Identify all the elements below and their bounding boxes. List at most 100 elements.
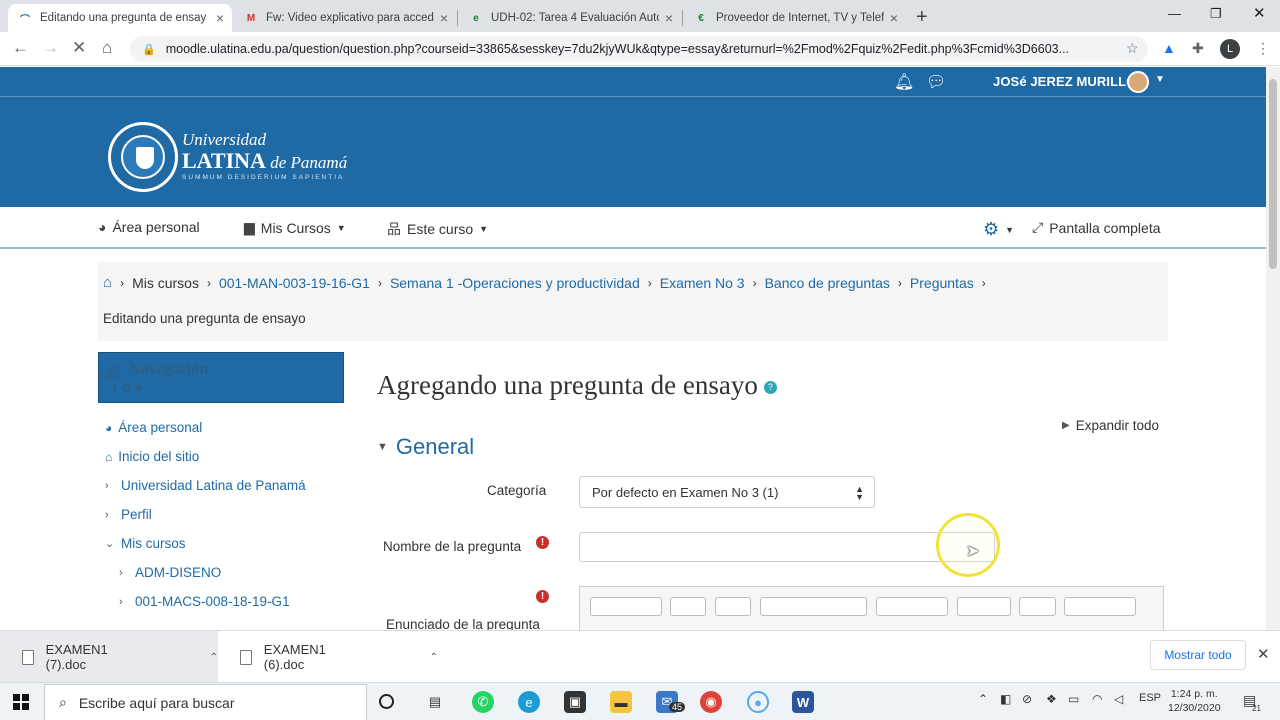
forward-arrow-icon[interactable]: →: [42, 38, 59, 58]
window-close-icon[interactable]: ✕: [1253, 4, 1266, 22]
nav-tree-mis-cursos[interactable]: ⌄ Mis cursos: [105, 536, 186, 551]
messages-icon[interactable]: 💬︎: [926, 72, 946, 92]
clock-time: 1:24 p. m.: [1170, 688, 1218, 700]
show-all-downloads-button[interactable]: Mostrar todo: [1150, 640, 1246, 670]
editor-button[interactable]: [670, 597, 706, 616]
browser-toolbar: ← → ✕ ⌂ 🔒 moodle.ulatina.edu.pa/question…: [0, 32, 1280, 66]
breadcrumb-exam[interactable]: Examen No 3: [660, 275, 745, 291]
user-menu-caret-icon[interactable]: ▼: [1155, 74, 1165, 85]
file-explorer-icon[interactable]: ▬: [610, 691, 632, 713]
breadcrumb-week[interactable]: Semana 1 -Operaciones y productividad: [390, 275, 640, 291]
chrome-icon[interactable]: ◉: [700, 691, 722, 713]
chevron-up-icon[interactable]: ⌃: [210, 652, 218, 663]
editor-button[interactable]: [957, 597, 1011, 616]
meet-now-icon[interactable]: ◧: [1000, 692, 1011, 706]
editor-button[interactable]: [876, 597, 948, 616]
close-icon[interactable]: ×: [440, 10, 448, 26]
scrollbar-thumb[interactable]: [1269, 79, 1277, 269]
nav-tree-course[interactable]: › 001-MACS-008-18-19-G1: [119, 594, 290, 609]
fullscreen-button[interactable]: ⤢ Pantalla completa: [1032, 219, 1161, 236]
wifi-icon[interactable]: ◠: [1092, 692, 1102, 706]
antivirus-icon[interactable]: ⊘: [1022, 692, 1032, 706]
chevron-up-icon[interactable]: ⌃: [430, 652, 438, 663]
editor-button[interactable]: [1064, 597, 1136, 616]
back-arrow-icon[interactable]: ←: [12, 38, 29, 58]
download-item[interactable]: EXAMEN1 (7).doc ⌃: [0, 631, 218, 683]
tab-divider: [457, 10, 458, 26]
home-icon[interactable]: ⌂: [103, 274, 112, 291]
stop-loading-icon[interactable]: ✕: [72, 38, 86, 58]
battery-icon[interactable]: ▭: [1068, 692, 1079, 706]
help-icon[interactable]: ?: [763, 381, 777, 395]
breadcrumb-questions[interactable]: Preguntas: [910, 275, 974, 291]
tab-title: Proveedor de Internet, TV y Telef: [716, 12, 884, 24]
notification-bell-icon[interactable]: 🔔︎: [894, 72, 914, 92]
editor-button[interactable]: [590, 597, 662, 616]
language-indicator[interactable]: ESP: [1139, 692, 1161, 704]
block-actions-gear-icon[interactable]: I ⚙ ▾: [113, 381, 142, 397]
cortana-circle-icon[interactable]: [379, 694, 394, 709]
breadcrumb-course[interactable]: 001-MAN-003-19-16-G1: [219, 275, 370, 291]
windows-start-icon[interactable]: [13, 694, 29, 710]
dashboard-gauge-icon: ◕: [98, 219, 107, 235]
taskbar-search-box[interactable]: ⌕ Escribe aquí para buscar: [44, 684, 367, 720]
tab-udh[interactable]: e UDH-02: Tarea 4 Evaluación Auto ×: [459, 4, 681, 32]
drive-icon[interactable]: ▲: [1162, 40, 1176, 56]
minimize-icon[interactable]: —: [1168, 6, 1181, 21]
whatsapp-icon[interactable]: ✆: [472, 691, 494, 713]
windows-taskbar: ⌕ Escribe aquí para buscar: [0, 682, 1280, 720]
settings-menu[interactable]: ⚙ ▼: [983, 219, 1014, 240]
caret-down-icon: ▼: [336, 222, 346, 233]
nav-tree-universidad[interactable]: › Universidad Latina de Panamá: [105, 478, 306, 493]
nav-tree-adm-diseno[interactable]: › ADM-DISENO: [119, 565, 221, 580]
user-avatar[interactable]: [1127, 71, 1149, 93]
breadcrumb-mis-cursos[interactable]: Mis cursos: [132, 275, 199, 291]
new-tab-plus-icon[interactable]: +: [916, 6, 928, 29]
question-name-input[interactable]: [579, 532, 995, 562]
page-scrollbar[interactable]: [1266, 67, 1280, 630]
university-logo[interactable]: [108, 122, 178, 192]
tray-chevron-icon[interactable]: ⌃: [978, 692, 988, 706]
nav-tree-area-personal[interactable]: ◕ Área personal: [105, 420, 202, 435]
download-item[interactable]: EXAMEN1 (6).doc ⌃: [222, 631, 438, 683]
edge-icon[interactable]: e: [518, 691, 540, 713]
close-downloads-icon[interactable]: ✕: [1257, 645, 1270, 663]
close-icon[interactable]: ×: [890, 10, 898, 26]
menu-kebab-icon[interactable]: ⋮: [1256, 40, 1270, 57]
store-icon[interactable]: ▣: [564, 691, 586, 713]
address-bar[interactable]: 🔒 moodle.ulatina.edu.pa/question/questio…: [130, 36, 1148, 62]
profile-avatar[interactable]: L: [1220, 39, 1240, 59]
editor-button[interactable]: [715, 597, 751, 616]
tab-gmail[interactable]: M Fw: Video explicativo para accede ×: [234, 4, 456, 32]
breadcrumb-question-bank[interactable]: Banco de preguntas: [765, 275, 890, 291]
section-title: General: [395, 434, 475, 459]
nav-este-curso[interactable]: 品 Este curso ▼: [387, 219, 488, 239]
close-icon[interactable]: ×: [665, 10, 673, 26]
recorder-icon[interactable]: ●: [747, 691, 769, 713]
nav-mis-cursos[interactable]: ▆ Mis Cursos ▼: [244, 219, 346, 236]
category-selected-value: Por defecto en Examen No 3 (1): [592, 485, 779, 500]
editor-button[interactable]: [1019, 597, 1056, 616]
tab-proveedor[interactable]: € Proveedor de Internet, TV y Telef ×: [684, 4, 906, 32]
task-view-icon[interactable]: ▤: [424, 691, 446, 713]
close-icon[interactable]: ×: [216, 10, 224, 26]
extensions-icon[interactable]: ✚: [1192, 40, 1204, 57]
nav-area-personal[interactable]: ◕ Área personal: [98, 219, 200, 235]
nav-tree-label: Mis cursos: [121, 536, 186, 551]
volume-icon[interactable]: ◁: [1114, 692, 1123, 706]
restore-icon[interactable]: ❐: [1210, 6, 1222, 22]
bookmark-star-icon[interactable]: ☆: [1126, 40, 1139, 57]
nav-tree-inicio[interactable]: ⌂ Inicio del sitio: [105, 449, 199, 464]
home-icon[interactable]: ⌂: [102, 38, 112, 58]
category-select[interactable]: Por defecto en Examen No 3 (1) ▲ ▼: [579, 476, 875, 508]
system-clock[interactable]: 1:24 p. m. 12/30/2020: [1168, 687, 1221, 715]
editor-button[interactable]: [760, 597, 867, 616]
nav-tree-label: Universidad Latina de Panamá: [121, 478, 306, 493]
tab-editando-pregunta[interactable]: ⌒ Editando una pregunta de ensay ×: [8, 4, 232, 32]
dropbox-icon[interactable]: ❖: [1046, 692, 1057, 706]
expand-all-link[interactable]: ▶ Expandir todo: [1062, 418, 1159, 433]
section-general-toggle[interactable]: ▼ General: [377, 434, 474, 460]
user-name[interactable]: JOSé JEREZ MURILLO: [993, 74, 1136, 89]
word-icon[interactable]: W: [792, 691, 814, 713]
nav-tree-perfil[interactable]: › Perfil: [105, 507, 152, 522]
